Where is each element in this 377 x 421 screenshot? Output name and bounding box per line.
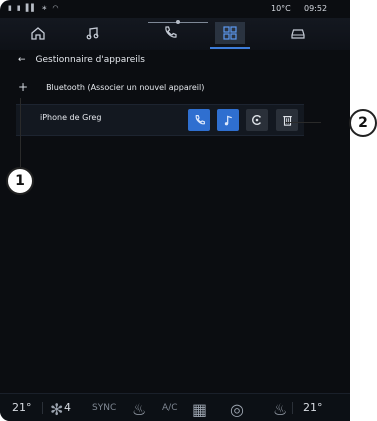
sync-button[interactable]: SYNC bbox=[92, 403, 116, 413]
breadcrumb: ← Gestionnaire d'appareils bbox=[18, 52, 145, 68]
page-title: Gestionnaire d'appareils bbox=[35, 55, 145, 65]
signal-icon: ▮ bbox=[8, 4, 12, 12]
status-bar: ▮ ▮ ▌▌ ∗ ◠ 10°C 09:52 bbox=[0, 0, 350, 18]
status-icons: ▮ ▮ ▌▌ ∗ ◠ bbox=[8, 4, 58, 12]
callout-2-leader bbox=[285, 122, 321, 123]
nav-phone[interactable] bbox=[155, 22, 185, 44]
ac-button[interactable]: A/C bbox=[162, 403, 177, 413]
home-icon bbox=[31, 27, 45, 40]
device-name: iPhone de Greg bbox=[40, 113, 102, 122]
recirculation-icon[interactable]: ◎ bbox=[230, 400, 244, 419]
plus-icon[interactable]: + bbox=[18, 80, 28, 94]
temperature-left[interactable]: 21° bbox=[12, 401, 32, 414]
defrost-icon[interactable]: ▦ bbox=[192, 400, 207, 419]
bluetooth-icon: ∗ bbox=[41, 4, 48, 12]
seat-heat-icon[interactable]: ♨ bbox=[132, 400, 146, 419]
temperature-right[interactable]: 21° bbox=[303, 401, 323, 414]
divider bbox=[292, 402, 293, 414]
climate-bar: 21° ✻ 4 SYNC ♨ A/C ▦ ◎ ♨ 21° bbox=[0, 393, 350, 421]
clock: 09:52 bbox=[304, 4, 328, 13]
active-tab-indicator bbox=[210, 47, 250, 49]
nav-apps[interactable] bbox=[215, 22, 245, 44]
phone-call-icon bbox=[195, 114, 205, 124]
infotainment-screen: ▮ ▮ ▌▌ ∗ ◠ 10°C 09:52 ← Gestionnaire d'a bbox=[0, 0, 350, 421]
phone-icon bbox=[165, 26, 177, 38]
network-icon: ▮ bbox=[16, 4, 21, 12]
callout-1: 1 bbox=[6, 167, 34, 195]
media-profile-button[interactable] bbox=[217, 109, 239, 131]
trash-icon bbox=[282, 116, 292, 126]
nav-car[interactable] bbox=[283, 22, 313, 44]
fan-speed[interactable]: 4 bbox=[64, 401, 71, 414]
fan-icon: ✻ bbox=[50, 400, 64, 419]
wifi-icon: ◠ bbox=[52, 4, 59, 12]
top-navigation bbox=[0, 18, 350, 50]
divider bbox=[42, 402, 43, 414]
seat-icon[interactable]: ♨ bbox=[273, 400, 287, 419]
nav-music[interactable] bbox=[78, 22, 108, 44]
device-row[interactable]: iPhone de Greg bbox=[16, 104, 304, 136]
cycle-icon bbox=[252, 115, 261, 125]
music-icon bbox=[86, 27, 99, 40]
connect-button[interactable] bbox=[246, 109, 268, 131]
nav-home[interactable] bbox=[23, 22, 53, 44]
apps-icon bbox=[223, 26, 237, 40]
bluetooth-add-row[interactable]: + Bluetooth (Associer un nouvel appareil… bbox=[18, 80, 204, 94]
delete-device-button[interactable] bbox=[276, 109, 298, 131]
outside-temperature: 10°C bbox=[271, 4, 291, 13]
callout-1-leader bbox=[20, 98, 21, 167]
car-icon bbox=[291, 29, 305, 39]
music-note-icon bbox=[224, 115, 232, 125]
bars-icon: ▌▌ bbox=[25, 4, 37, 12]
back-arrow-icon[interactable]: ← bbox=[18, 55, 26, 65]
bluetooth-add-label[interactable]: Bluetooth (Associer un nouvel appareil) bbox=[46, 83, 204, 92]
phone-profile-button[interactable] bbox=[188, 109, 210, 131]
callout-2: 2 bbox=[349, 109, 377, 137]
